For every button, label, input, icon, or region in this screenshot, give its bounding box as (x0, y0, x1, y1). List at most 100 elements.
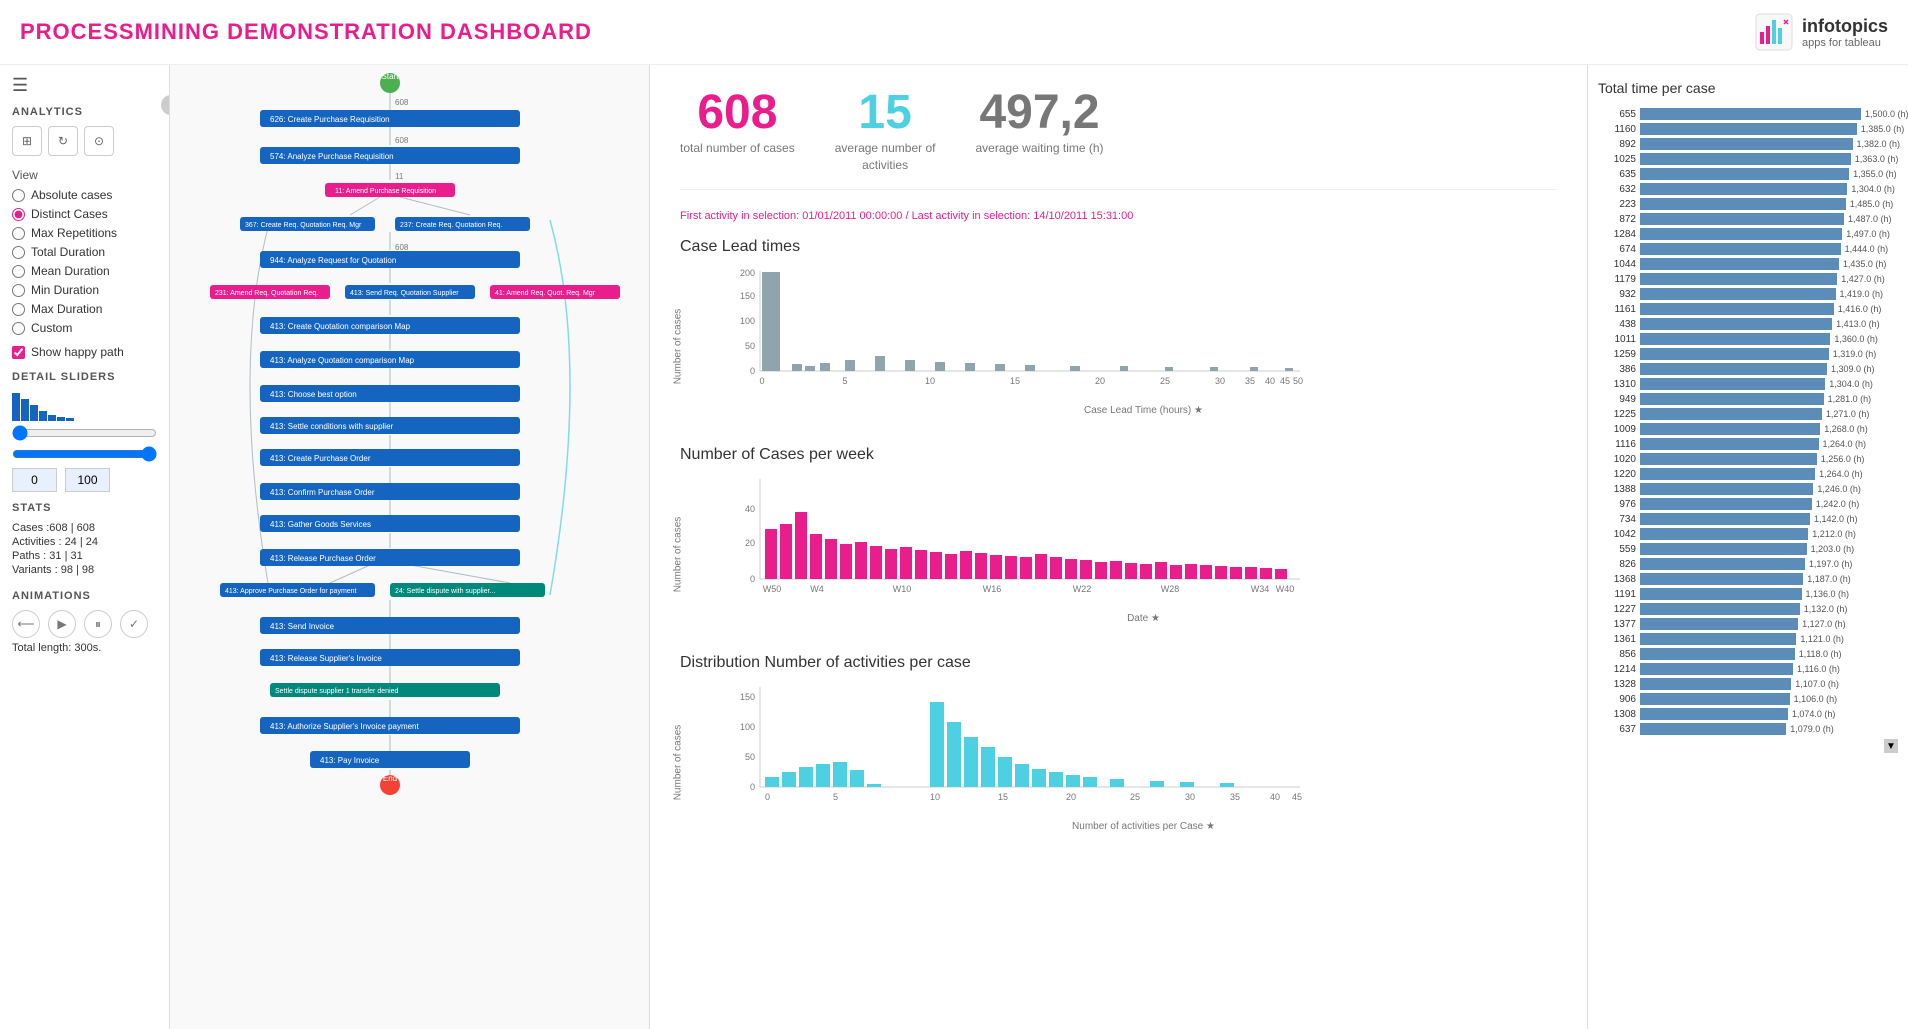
radio-max-dur[interactable]: Max Duration (12, 302, 157, 316)
scroll-down-button[interactable]: ▼ (1884, 739, 1898, 753)
anim-pause[interactable]: ⏸ (84, 610, 112, 638)
node-settle-cond-text: 413: Settle conditions with supplier (270, 422, 394, 431)
radio-mean-dur[interactable]: Mean Duration (12, 264, 157, 278)
lt-bar-8 (935, 362, 945, 371)
analytics-icon-1[interactable]: ⊞ (12, 126, 42, 156)
cpw-w23 (1095, 562, 1107, 579)
conn-num-1: 608 (395, 98, 409, 107)
stats-activities: Activities : 24 | 24 (12, 536, 157, 548)
bar-label: 635 (1598, 169, 1636, 180)
analytics-icon-2[interactable]: ↻ (48, 126, 78, 156)
apc-bar-8 (930, 702, 944, 787)
node-create-rfq-text: 237: Create Req. Quotation Req. (400, 222, 502, 229)
bar-value: 1,416.0 (h) (1838, 304, 1882, 314)
apc-bar-21 (1220, 783, 1234, 787)
bar-fill (1640, 483, 1813, 495)
sidebar-collapse-button[interactable]: ‹ (161, 95, 170, 115)
radio-custom-label: Custom (31, 321, 72, 335)
bar-label: 1308 (1598, 709, 1636, 720)
bar-fill (1640, 498, 1812, 510)
bar-fill (1640, 453, 1817, 465)
radio-custom[interactable]: Custom (12, 321, 157, 335)
right-panel: Total time per case 6551,500.0 (h)11601,… (1588, 65, 1908, 1029)
bar-value: 1,106.0 (h) (1794, 694, 1838, 704)
bar-value: 1,360.0 (h) (1834, 334, 1878, 344)
bar-value: 1,187.0 (h) (1807, 574, 1851, 584)
total-length: Total length: 300s. (12, 642, 157, 654)
bar-chart-row: 9321,419.0 (h) (1598, 288, 1898, 300)
bar-chart-row: 438 1,413.0 (h) (1598, 318, 1898, 330)
bar-value: 1,413.0 (h) (1836, 319, 1880, 329)
radio-max-rep[interactable]: Max Repetitions (12, 226, 157, 240)
bar-label: 1284 (1598, 229, 1636, 240)
analytics-icon-3[interactable]: ⊙ (84, 126, 114, 156)
bar-value: 1,309.0 (h) (1831, 364, 1875, 374)
slider-left[interactable] (12, 425, 157, 441)
bar-label: 826 (1598, 559, 1636, 570)
radio-min-dur[interactable]: Min Duration (12, 283, 157, 297)
bar-value: 1,242.0 (h) (1816, 499, 1860, 509)
apc-x-label: Number of activities per Case ★ (730, 821, 1557, 832)
anim-check[interactable]: ✓ (120, 610, 148, 638)
radio-distinct[interactable]: Distinct Cases (12, 207, 157, 221)
slider-right[interactable] (12, 446, 157, 462)
slider-min-input[interactable]: 0 (12, 468, 57, 492)
bar-label: 1191 (1598, 589, 1636, 600)
bar-fill (1640, 243, 1841, 255)
bar-label: 1361 (1598, 634, 1636, 645)
process-map-svg: Start 626: Create Purchase Requisition 5… (170, 65, 640, 1025)
apc-bar-16 (1066, 775, 1080, 787)
stats-title: STATS (12, 502, 157, 514)
node-release-supplier-text: 413: Release Supplier's Invoice (270, 654, 382, 663)
bar-fill (1640, 333, 1830, 345)
bar-label: 1161 (1598, 304, 1636, 315)
bar-chart-row: 13771,127.0 (h) (1598, 618, 1898, 630)
bar-chart-row: 11161,264.0 (h) (1598, 438, 1898, 450)
detail-sliders-title: DETAIL SLIDERS (12, 371, 157, 383)
cpw-w19 (1035, 554, 1047, 579)
bar-value: 1,355.0 (h) (1853, 169, 1897, 179)
bar-label: 438 (1598, 319, 1636, 330)
hist-bar-1 (12, 393, 20, 421)
date-range: First activity in selection: 01/01/2011 … (680, 210, 1557, 222)
bar-fill (1640, 198, 1846, 210)
node-pay-invoice-text: 413: Pay Invoice (320, 756, 380, 765)
bar-label: 637 (1598, 724, 1636, 735)
apc-bar-5 (833, 762, 847, 787)
bar-label: 1116 (1598, 439, 1636, 450)
hamburger-menu[interactable]: ☰ (12, 75, 157, 96)
analytics-section-title: ANALYTICS (12, 106, 157, 118)
bar-value: 1,497.0 (h) (1846, 229, 1890, 239)
radio-absolute[interactable]: Absolute cases (12, 188, 157, 202)
cpw-w51 (780, 524, 792, 579)
bar-chart-row: 6321,304.0 (h) (1598, 183, 1898, 195)
bar-chart-row: 11911,136.0 (h) (1598, 588, 1898, 600)
logo-icon (1754, 12, 1794, 52)
radio-absolute-label: Absolute cases (31, 188, 112, 202)
logo-name: infotopics (1802, 16, 1888, 37)
lt-bar-10 (995, 364, 1005, 371)
node-create-po-text: 413: Create Purchase Order (270, 454, 371, 463)
bar-fill (1640, 348, 1829, 360)
bar-label: 674 (1598, 244, 1636, 255)
svg-text:50: 50 (1293, 376, 1303, 386)
bar-fill (1640, 303, 1834, 315)
happy-path-checkbox[interactable]: Show happy path (12, 345, 157, 359)
node-amend-rfq-req-text: 231: Amend Req. Quotation Req. (215, 290, 318, 297)
anim-play[interactable]: ▶ (48, 610, 76, 638)
svg-text:20: 20 (1066, 792, 1076, 802)
charts-area: 608 total number of cases 15 average num… (650, 65, 1588, 1029)
apc-bar-3 (799, 767, 813, 787)
hist-bar-4 (39, 411, 47, 421)
cpw-w50 (765, 529, 777, 579)
bar-chart-row: 12271,132.0 (h) (1598, 603, 1898, 615)
bar-label: 223 (1598, 199, 1636, 210)
happy-path-label: Show happy path (31, 345, 124, 359)
bar-chart-row: 6551,500.0 (h) (1598, 108, 1898, 120)
cpw-w14 (960, 551, 972, 579)
bar-value: 1,319.0 (h) (1833, 349, 1877, 359)
cpw-w13 (945, 554, 957, 579)
slider-max-input[interactable]: 100 (65, 468, 110, 492)
anim-rewind[interactable]: ⟵ (12, 610, 40, 638)
radio-total-dur[interactable]: Total Duration (12, 245, 157, 259)
